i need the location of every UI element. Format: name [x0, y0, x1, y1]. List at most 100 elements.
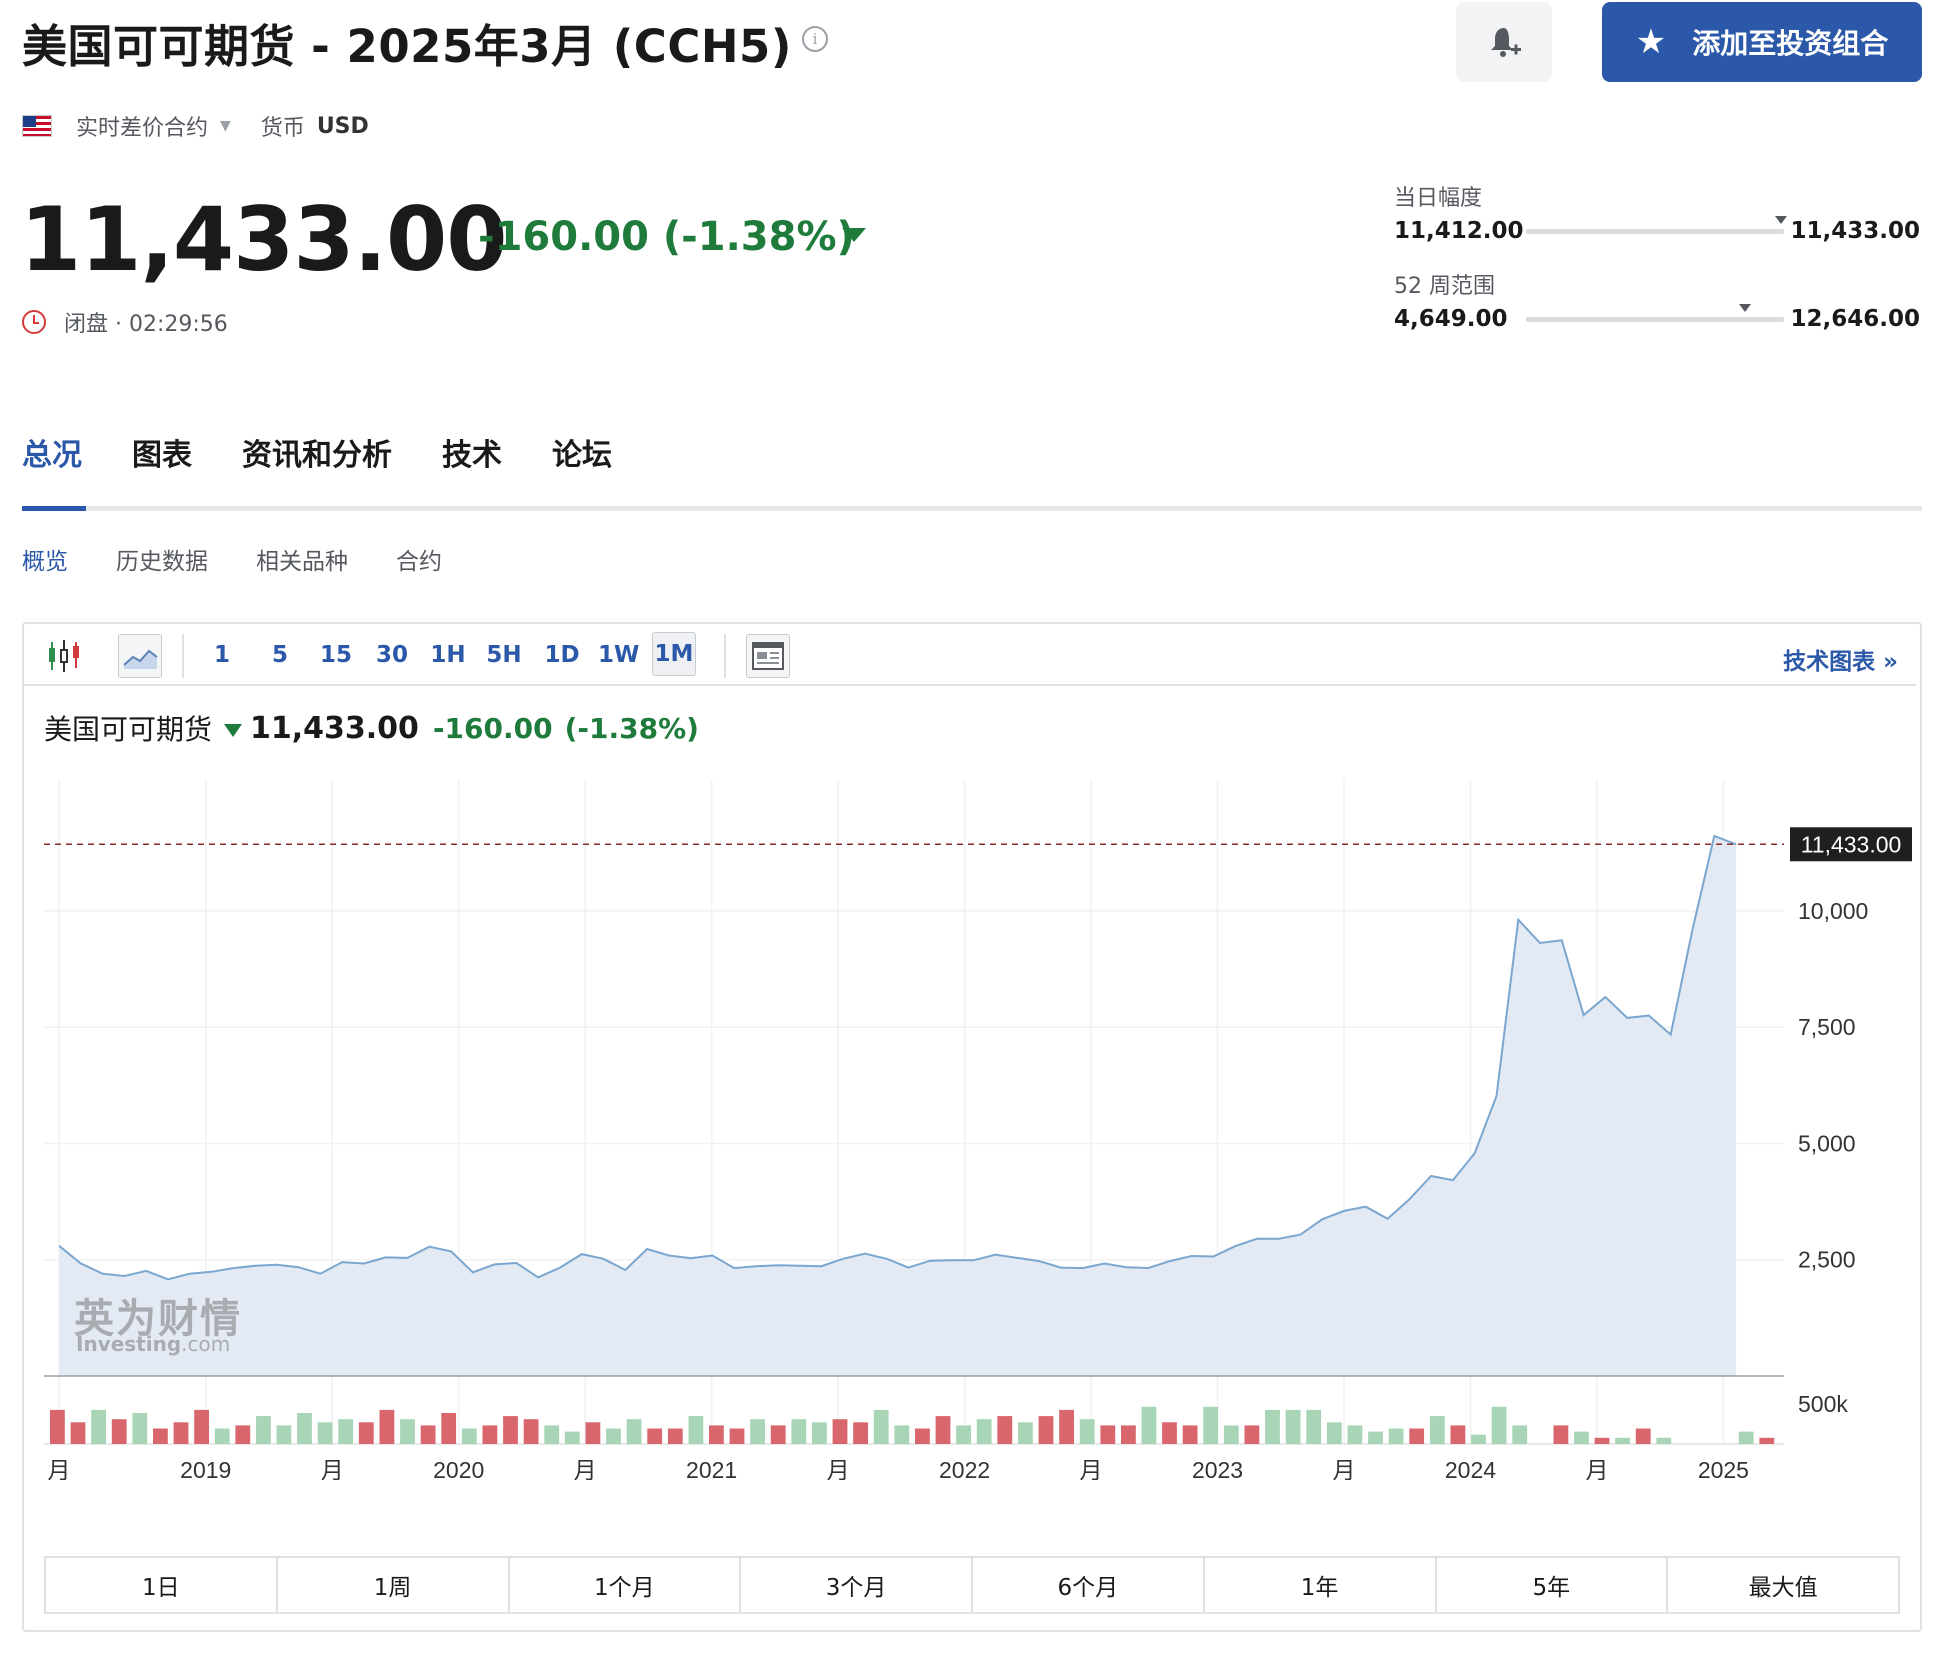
interval-1d[interactable]: 1D — [544, 642, 580, 668]
volume-bar — [750, 1419, 765, 1444]
chart-legend: 美国可可期货 11,433.00 -160.00 (-1.38%) — [44, 708, 699, 748]
volume-bar — [1450, 1425, 1466, 1444]
x-tick-label: 月 — [321, 1457, 344, 1480]
interval-5[interactable]: 5 — [268, 642, 292, 668]
interval-1h[interactable]: 1H — [430, 642, 466, 668]
volume-bar — [297, 1413, 312, 1444]
tab-forum[interactable]: 论坛 — [552, 430, 612, 474]
market-status: 闭盘 · 02:29:56 — [22, 306, 228, 338]
volume-bar — [1347, 1425, 1363, 1444]
day-range-bar — [1526, 229, 1784, 234]
interval-15[interactable]: 15 — [318, 642, 354, 668]
down-arrow-icon — [842, 228, 866, 242]
x-tick-label: 月 — [1333, 1457, 1356, 1480]
add-to-portfolio-button[interactable]: ★ 添加至投资组合 — [1602, 2, 1922, 82]
interval-1[interactable]: 1 — [210, 642, 234, 668]
week52-range-label: 52 周范围 — [1394, 274, 1495, 299]
period-1w[interactable]: 1周 — [278, 1558, 510, 1612]
volume-bar — [1265, 1409, 1280, 1444]
volume-bar — [1388, 1428, 1404, 1444]
x-tick-label: 月 — [48, 1457, 71, 1480]
volume-bar — [1594, 1437, 1610, 1444]
x-tick-label: 月 — [827, 1457, 850, 1480]
volume-bar — [1038, 1416, 1054, 1444]
day-range-high: 11,433.00 — [1790, 218, 1921, 244]
tab-news-analysis[interactable]: 资讯和分析 — [242, 430, 392, 474]
area-chart-icon[interactable] — [118, 634, 162, 678]
period-max[interactable]: 最大值 — [1668, 1558, 1898, 1612]
volume-bar — [1100, 1425, 1116, 1444]
x-tick-label: 2021 — [686, 1457, 737, 1480]
volume-bar — [1491, 1406, 1507, 1444]
price-chart[interactable]: 11,433.00 2,500 5,000 7,500 10,000 500k 月 2019 月… — [44, 780, 1912, 1480]
volume-bar — [1306, 1409, 1322, 1444]
watermark-text: Investing.com — [76, 1332, 231, 1356]
price-change: -160.00 (-1.38%) — [478, 214, 855, 260]
info-icon[interactable]: i — [802, 26, 828, 52]
volume-bar — [1615, 1437, 1630, 1444]
add-to-portfolio-label: 添加至投资组合 — [1692, 27, 1889, 60]
candlestick-icon[interactable] — [44, 634, 88, 678]
x-tick-label: 2022 — [939, 1457, 990, 1480]
volume-bar — [503, 1416, 518, 1444]
period-selector: 1日 1周 1个月 3个月 6个月 1年 5年 最大值 — [44, 1556, 1900, 1614]
volume-bar — [132, 1413, 148, 1444]
volume-bar — [214, 1428, 230, 1444]
last-price: 11,433.00 — [20, 188, 507, 291]
toolbar-divider — [724, 634, 726, 678]
volume-bar — [1409, 1428, 1425, 1444]
volume-bar — [1656, 1437, 1672, 1444]
volume-bar — [915, 1428, 930, 1444]
subtab-historical-data[interactable]: 历史数据 — [116, 542, 208, 576]
subtab-contracts[interactable]: 合约 — [396, 542, 442, 576]
day-range-marker — [1775, 216, 1788, 224]
current-price-label: 11,433.00 — [1801, 831, 1902, 857]
volume-bar — [1182, 1425, 1198, 1444]
layout-icon[interactable] — [746, 634, 790, 678]
period-1y[interactable]: 1年 — [1205, 1558, 1437, 1612]
technical-chart-link[interactable]: 技术图表 » — [1783, 642, 1898, 676]
tab-technical[interactable]: 技术 — [442, 430, 502, 474]
day-range-low: 11,412.00 — [1394, 218, 1524, 244]
volume-bar — [1079, 1419, 1095, 1444]
volume-bar — [153, 1428, 168, 1444]
volume-bar — [894, 1425, 910, 1444]
period-5y[interactable]: 5年 — [1437, 1558, 1669, 1612]
chevron-down-icon[interactable]: ▼ — [220, 118, 231, 134]
period-3m[interactable]: 3个月 — [741, 1558, 973, 1612]
tab-chart[interactable]: 图表 — [132, 430, 192, 474]
volume-bar — [1738, 1431, 1754, 1444]
interval-30[interactable]: 30 — [374, 642, 410, 668]
chart-instrument-name: 美国可可期货 — [44, 713, 213, 746]
volume-bar — [564, 1431, 580, 1444]
volume-bar — [379, 1409, 395, 1444]
interval-1m[interactable]: 1M — [652, 632, 696, 676]
volume-bar — [626, 1419, 642, 1444]
volume-bar — [338, 1419, 354, 1444]
subtab-overview[interactable]: 概览 — [22, 542, 68, 576]
volume-bar — [1141, 1406, 1157, 1444]
subtab-related[interactable]: 相关品种 — [256, 542, 348, 576]
interval-5h[interactable]: 5H — [484, 642, 524, 668]
volume-bar — [420, 1425, 436, 1444]
volume-bar — [317, 1422, 333, 1444]
period-1m[interactable]: 1个月 — [510, 1558, 742, 1612]
x-tick-label: 2020 — [433, 1457, 484, 1480]
volume-bar — [585, 1422, 601, 1444]
period-6m[interactable]: 6个月 — [973, 1558, 1205, 1612]
instrument-meta: 实时差价合约 ▼ 货币 USD — [22, 110, 369, 142]
volume-bar — [111, 1419, 127, 1444]
currency-label: 货币 — [260, 116, 305, 141]
volume-bar — [1244, 1425, 1260, 1444]
tab-overview[interactable]: 总况 — [22, 430, 82, 474]
sub-tabs: 概览 历史数据 相关品种 合约 — [22, 542, 490, 576]
interval-1w[interactable]: 1W — [598, 642, 639, 668]
contract-type-dropdown[interactable]: 实时差价合约 — [76, 110, 208, 142]
currency-value: USD — [316, 113, 369, 139]
page-title: 美国可可期货 - 2025年3月 (CCH5) — [22, 20, 792, 73]
add-alert-button[interactable] — [1456, 2, 1552, 82]
week52-range-bar — [1526, 317, 1784, 322]
main-tabs: 总况 图表 资讯和分析 技术 论坛 — [22, 430, 662, 474]
period-1d[interactable]: 1日 — [46, 1558, 278, 1612]
volume-bar — [256, 1416, 271, 1444]
